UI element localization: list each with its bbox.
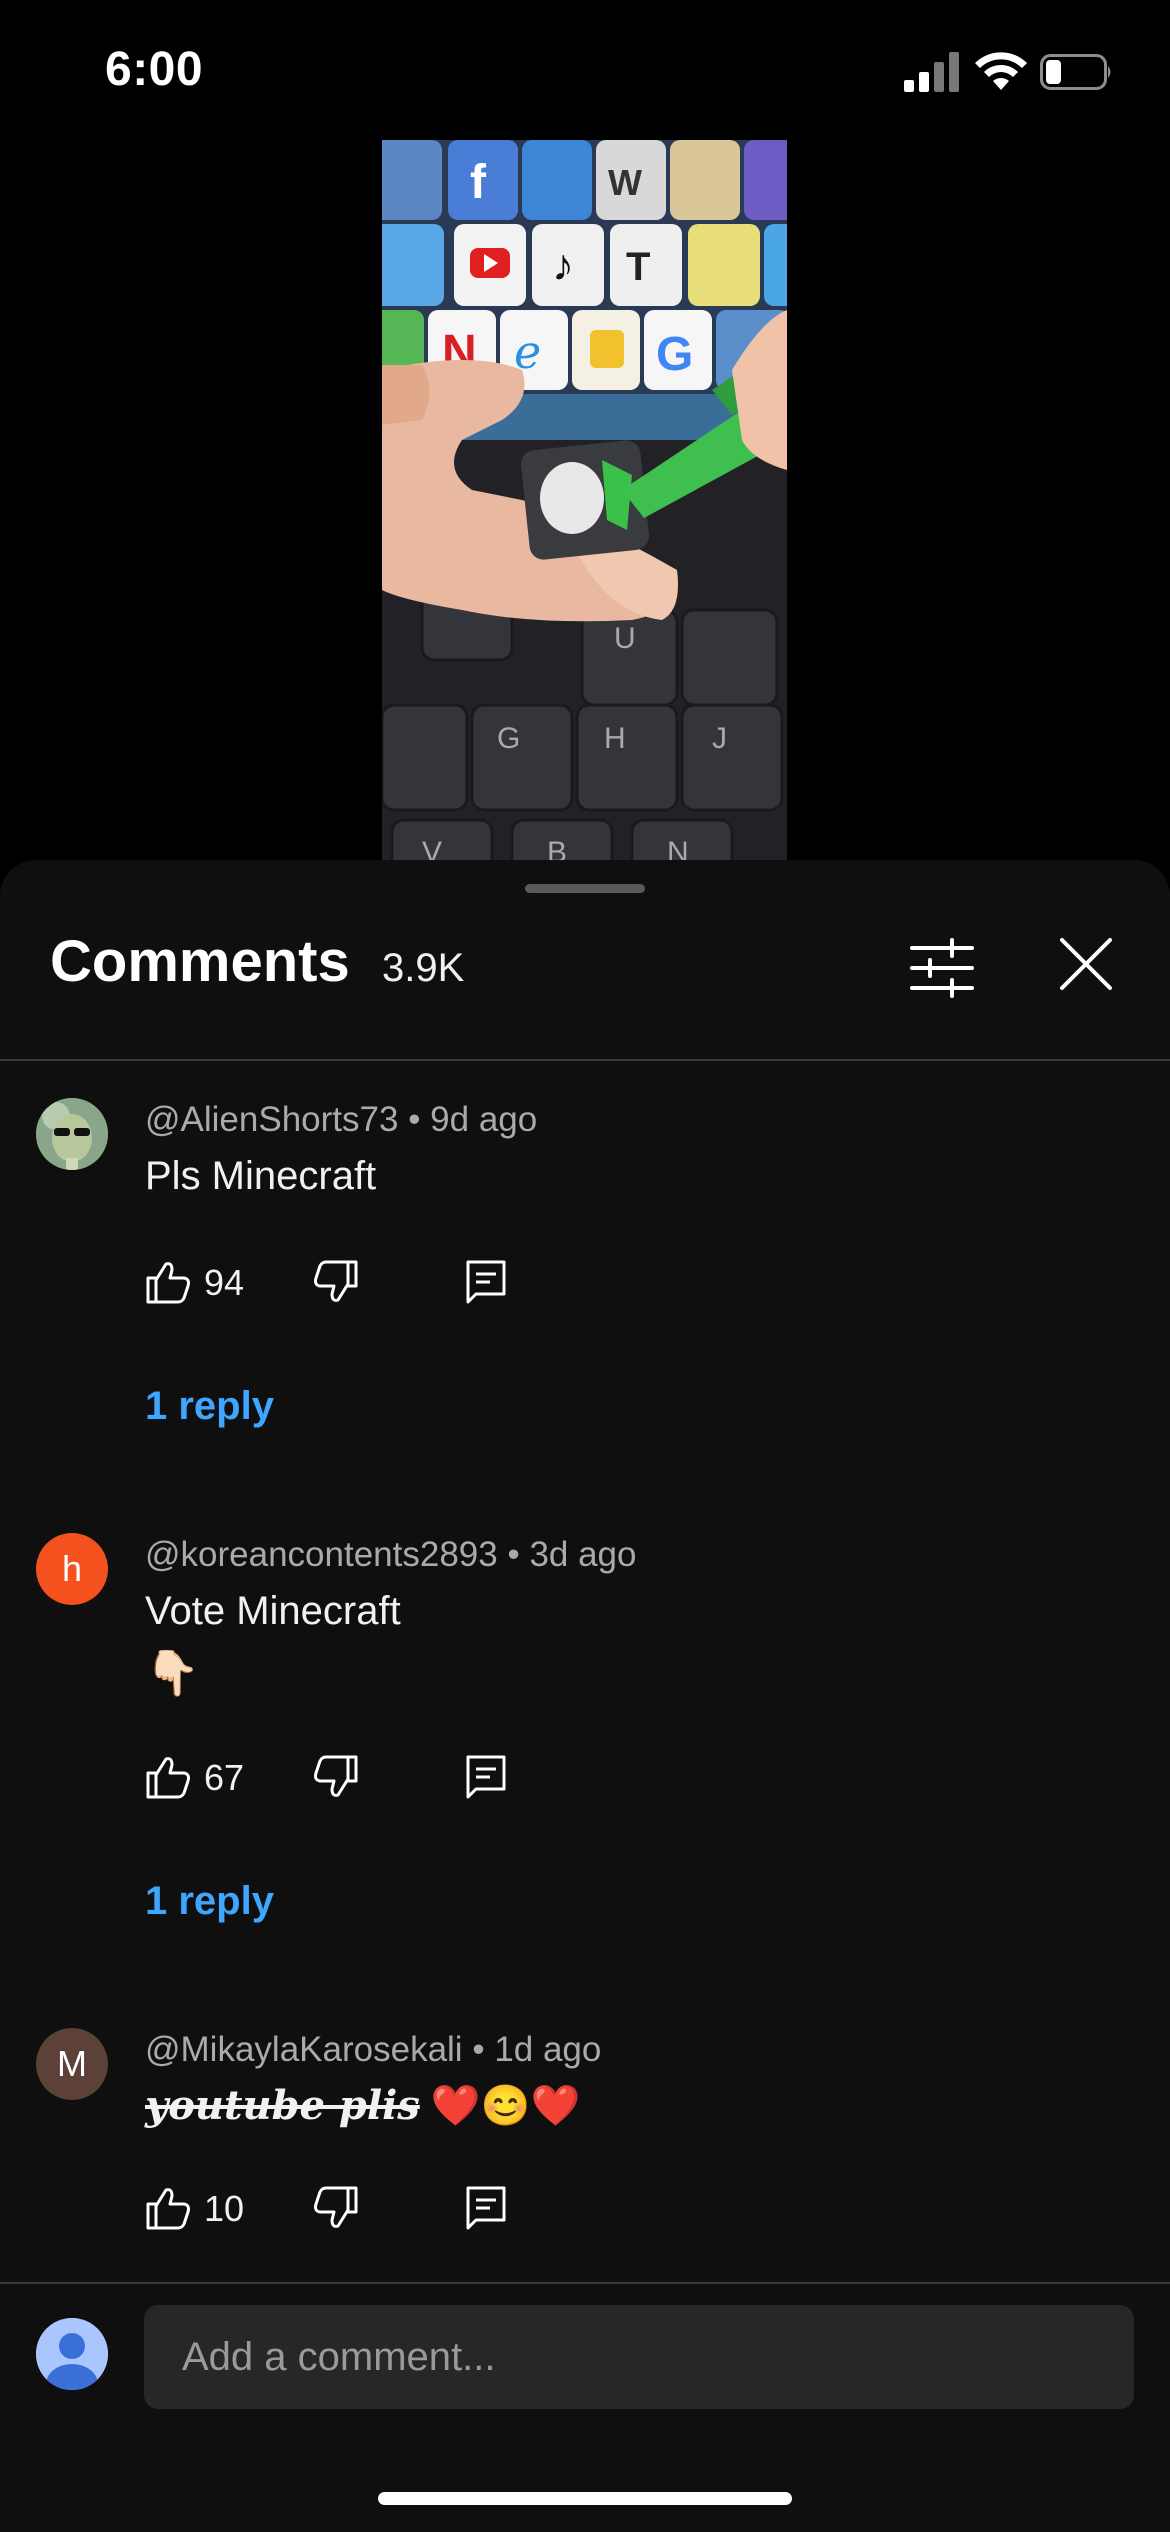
sort-filter-icon[interactable] bbox=[908, 938, 976, 998]
home-indicator[interactable] bbox=[378, 2492, 792, 2505]
dislike-icon[interactable] bbox=[312, 1753, 360, 1801]
comment-text: youtube plis ❤️😊❤️ bbox=[145, 2082, 580, 2129]
comment-meta: @AlienShorts73 • 9d ago bbox=[145, 1100, 537, 1140]
comment-author[interactable]: @AlienShorts73 bbox=[145, 1100, 398, 1139]
dislike-icon[interactable] bbox=[312, 2184, 360, 2232]
video-frame-image: f W ♪ T N e G U G H J V B N bbox=[382, 140, 787, 862]
svg-text:G: G bbox=[497, 722, 520, 755]
reply-icon[interactable] bbox=[462, 1258, 510, 1306]
svg-text:V: V bbox=[422, 836, 442, 862]
reply-icon[interactable] bbox=[462, 2184, 510, 2232]
header-divider bbox=[0, 1059, 1170, 1061]
short-video-player[interactable]: f W ♪ T N e G U G H J V B N bbox=[382, 140, 787, 862]
svg-text:J: J bbox=[712, 722, 727, 755]
like-count: 94 bbox=[204, 1262, 245, 1303]
svg-text:U: U bbox=[614, 622, 636, 655]
svg-text:B: B bbox=[547, 836, 567, 862]
like-count: 67 bbox=[204, 1757, 245, 1798]
meta-separator: • bbox=[408, 1100, 431, 1139]
dislike-icon[interactable] bbox=[312, 1258, 360, 1306]
svg-text:f: f bbox=[470, 156, 487, 209]
svg-text:G: G bbox=[656, 328, 693, 381]
comment-author[interactable]: @koreancontents2893 bbox=[145, 1535, 498, 1574]
composer-divider bbox=[0, 2282, 1170, 2284]
comment-meta: @MikaylaKarosekali • 1d ago bbox=[145, 2030, 601, 2070]
user-avatar-icon bbox=[36, 2318, 108, 2390]
comment-author[interactable]: @MikaylaKarosekali bbox=[145, 2030, 463, 2069]
svg-text:N: N bbox=[667, 836, 689, 862]
comments-title: Comments bbox=[50, 929, 350, 994]
meta-separator: • bbox=[507, 1535, 530, 1574]
add-comment-placeholder: Add a comment... bbox=[182, 2335, 496, 2379]
comment-emoji: ❤️😊❤️ bbox=[430, 2084, 581, 2128]
comment-age: 3d ago bbox=[529, 1535, 637, 1574]
avatar[interactable]: h bbox=[36, 1533, 108, 1605]
avatar[interactable] bbox=[36, 1098, 108, 1170]
wifi-icon bbox=[975, 52, 1027, 90]
comment-text: Pls Minecraft bbox=[145, 1154, 377, 1198]
avatar[interactable]: M bbox=[36, 2028, 108, 2100]
meta-separator: • bbox=[472, 2030, 495, 2069]
close-icon[interactable] bbox=[1056, 934, 1116, 994]
comment-emoji: 👇🏻 bbox=[145, 1649, 200, 1698]
like-icon[interactable] bbox=[144, 1753, 192, 1801]
struck-text: youtube plis bbox=[145, 2082, 420, 2129]
like-icon[interactable] bbox=[144, 2184, 192, 2232]
reply-icon[interactable] bbox=[462, 1753, 510, 1801]
status-bar: 6:00 bbox=[0, 0, 1170, 140]
svg-text:H: H bbox=[604, 722, 626, 755]
comment-text: Vote Minecraft bbox=[145, 1589, 401, 1633]
svg-text:♪: ♪ bbox=[552, 241, 574, 290]
comments-header: Comments 3.9K bbox=[0, 920, 1170, 1020]
svg-text:W: W bbox=[608, 162, 642, 203]
comment-age: 1d ago bbox=[494, 2030, 602, 2069]
svg-text:T: T bbox=[626, 245, 650, 289]
status-time: 6:00 bbox=[105, 43, 204, 96]
battery-icon bbox=[1040, 54, 1111, 90]
cellular-signal-icon bbox=[904, 52, 959, 92]
add-comment-input[interactable]: Add a comment... bbox=[144, 2305, 1134, 2409]
alien-avatar-image bbox=[36, 1098, 108, 1170]
like-icon[interactable] bbox=[144, 1258, 192, 1306]
drag-handle[interactable] bbox=[525, 884, 645, 893]
comment-meta: @koreancontents2893 • 3d ago bbox=[145, 1535, 637, 1575]
view-replies-link[interactable]: 1 reply bbox=[145, 1879, 274, 1924]
like-count: 10 bbox=[204, 2188, 245, 2229]
comments-count: 3.9K bbox=[382, 946, 465, 990]
view-replies-link[interactable]: 1 reply bbox=[145, 1384, 274, 1429]
comment-age: 9d ago bbox=[430, 1100, 538, 1139]
